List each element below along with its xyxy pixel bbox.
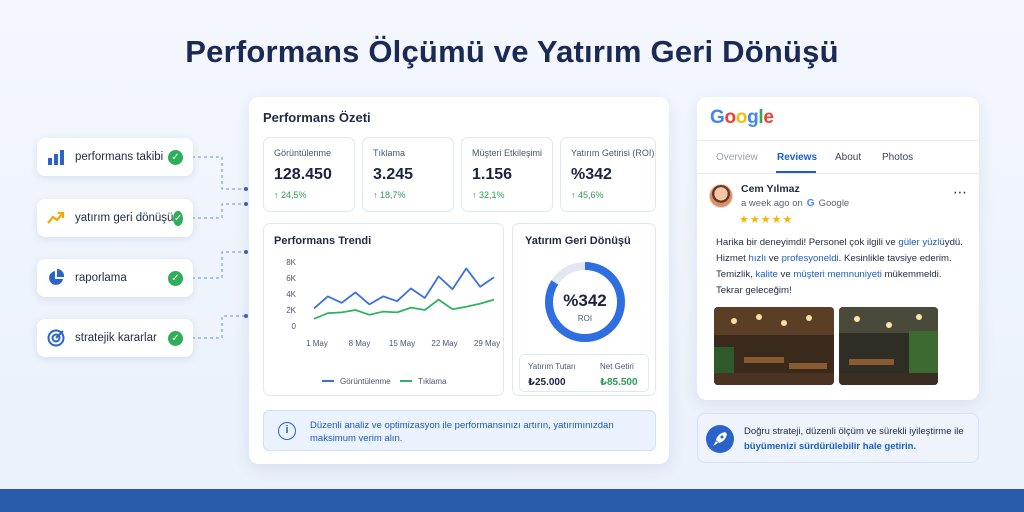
tab-photos[interactable]: Photos	[882, 152, 913, 163]
cta-line: Doğru strateji, düzenli ölçüm ve sürekli…	[744, 426, 964, 437]
card-title: Performans Özeti	[263, 110, 371, 125]
review-time: a week ago on	[741, 198, 803, 209]
metric-change: ↑ 24,5%	[274, 190, 307, 200]
review-meta: a week ago on G Google	[741, 198, 849, 209]
review-text: Harika bir deneyimdi! Personel çok ilgil…	[716, 235, 970, 299]
y-tick-label: 8K	[286, 258, 296, 267]
info-icon: i	[278, 422, 296, 440]
cta-emphasis: büyümenizi sürdürülebilir hale getirin.	[744, 441, 917, 452]
review-photo[interactable]	[839, 307, 938, 385]
legend-label: Görüntülenme	[340, 377, 391, 386]
feature-label: yatırım geri dönüşü	[75, 212, 174, 224]
rating-stars: ★★★★★	[739, 214, 794, 226]
legend-label: Tıklama	[418, 377, 447, 386]
x-tick-label: 29 May	[474, 339, 500, 348]
review-highlight: profesyoneldi	[781, 253, 839, 264]
net-return-value: ₺85.500	[600, 377, 638, 388]
info-banner: i Düzenli analiz ve optimizasyon ile per…	[263, 410, 656, 451]
investment-value: ₺25.000	[528, 377, 566, 388]
target-icon	[47, 329, 65, 347]
roi-stats: Yatırım Tutarı ₺25.000 Net Getiri ₺85.50…	[519, 354, 649, 392]
review-highlight: kalite	[755, 269, 778, 280]
roi-value: %342	[563, 291, 606, 310]
net-return-label: Net Getiri	[600, 362, 634, 371]
feature-label: stratejik kararlar	[75, 332, 157, 344]
google-review-card: Google Overview Reviews About Photos Cem…	[697, 97, 979, 400]
review-source: Google	[818, 198, 850, 209]
metric-engagement: Müşteri Etkileşimi 1.156 ↑ 32,1%	[461, 137, 553, 212]
roi-panel: Yatırım Geri Dönüşü %342 ROI Yatırım Tut…	[512, 223, 656, 396]
metric-label: Yatırım Getirisi (ROI)	[571, 148, 655, 158]
metric-change: ↑ 45,6%	[571, 190, 604, 200]
review-highlight: güler yüzlü	[898, 237, 945, 248]
review-text-part: ve	[777, 269, 794, 280]
bar-chart-icon	[47, 148, 65, 166]
metric-label: Tıklama	[373, 148, 406, 158]
y-tick-label: 2K	[286, 306, 296, 315]
x-tick-label: 15 May	[389, 339, 415, 348]
divider	[697, 173, 979, 174]
google-logo-letter: o	[735, 107, 748, 128]
divider	[697, 140, 979, 141]
pie-chart-icon	[47, 269, 65, 287]
feature-label: performans takibi	[75, 151, 164, 163]
y-tick-label: 0	[292, 322, 297, 331]
metric-change: ↑ 32,1%	[472, 190, 505, 200]
metric-clicks: Tıklama 3.245 ↑ 18,7%	[362, 137, 454, 212]
metric-label: Müşteri Etkileşimi	[472, 148, 543, 158]
y-tick-label: 6K	[286, 274, 296, 283]
avatar	[709, 184, 733, 208]
investment-label: Yatırım Tutarı	[528, 362, 576, 371]
roi-gauge: %342 ROI	[545, 262, 625, 342]
series-line	[313, 267, 495, 310]
metric-change: ↑ 18,7%	[373, 190, 406, 200]
x-tick-label: 8 May	[349, 339, 371, 348]
metric-value: %342	[571, 166, 612, 183]
cta-banner: Doğru strateji, düzenli ölçüm ve sürekli…	[697, 413, 979, 463]
roi-sublabel: ROI	[578, 314, 592, 323]
check-icon: ✓	[168, 330, 183, 346]
feature-strategic-decisions[interactable]: stratejik kararlar ✓	[37, 319, 193, 357]
check-icon: ✓	[168, 149, 183, 165]
google-logo-letter: o	[724, 107, 736, 128]
review-text-part: Harika bir deneyimdi! Personel çok ilgil…	[716, 237, 899, 248]
feature-performance-tracking[interactable]: performans takibi ✓	[37, 138, 193, 176]
tab-about[interactable]: About	[835, 152, 861, 163]
more-options-icon[interactable]: ⋯	[953, 184, 968, 201]
reviewer-name: Cem Yılmaz	[741, 183, 800, 195]
cta-text: Doğru strateji, düzenli ölçüm ve sürekli…	[744, 424, 972, 454]
google-logo-letter: e	[763, 107, 774, 128]
check-icon: ✓	[168, 270, 183, 286]
footer-band	[0, 489, 1024, 512]
trend-chart-panel: Performans Trendi 0 2K 4K 6K 8K 1 May 8 May 15 …	[263, 223, 504, 396]
metric-value: 1.156	[472, 166, 513, 183]
feature-reporting[interactable]: raporlama ✓	[37, 259, 193, 297]
y-tick-label: 4K	[286, 290, 296, 299]
x-tick-label: 22 May	[431, 339, 457, 348]
tab-overview[interactable]: Overview	[716, 152, 758, 163]
metric-views: Görüntülenme 128.450 ↑ 24,5%	[263, 137, 355, 212]
review-text-part: ve	[766, 253, 782, 264]
google-logo-letter: g	[747, 107, 759, 128]
tab-reviews[interactable]: Reviews	[777, 152, 817, 163]
metric-roi: Yatırım Getirisi (ROI) %342 ↑ 45,6%	[560, 137, 656, 212]
info-text: Düzenli analiz ve optimizasyon ile perfo…	[310, 420, 614, 444]
metric-value: 3.245	[373, 166, 414, 183]
feature-label: raporlama	[75, 272, 127, 284]
review-photo[interactable]	[714, 307, 834, 385]
x-tick-label: 1 May	[306, 339, 328, 348]
metric-label: Görüntülenme	[274, 148, 332, 158]
metric-value: 128.450	[274, 166, 332, 183]
review-highlight: müşteri memnuniyeti	[793, 269, 882, 280]
google-logo: Google	[710, 107, 774, 129]
trend-up-icon	[47, 209, 65, 227]
trend-chart: 0 2K 4K 6K 8K 1 May 8 May 15 May 22 May 29 May Gör…	[286, 258, 500, 386]
google-g-icon: G	[806, 198, 815, 209]
feature-roi[interactable]: yatırım geri dönüşü ✓	[37, 199, 193, 237]
rocket-icon	[706, 425, 734, 453]
check-icon: ✓	[173, 210, 183, 226]
review-highlight: hızlı	[748, 253, 767, 264]
performance-summary-card: Performans Özeti Görüntülenme 128.450 ↑ …	[249, 97, 669, 464]
google-logo-letter: G	[710, 107, 725, 128]
